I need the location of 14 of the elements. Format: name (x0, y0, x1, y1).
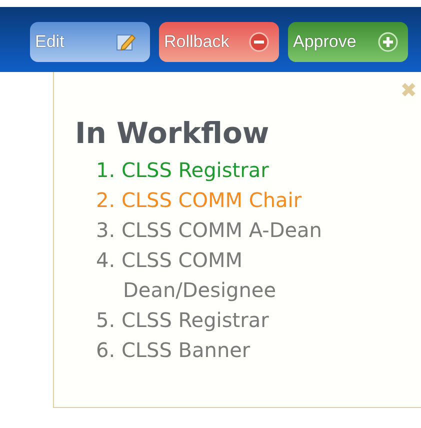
approve-button[interactable]: Approve (288, 22, 408, 62)
minus-icon (249, 32, 269, 52)
workflow-step: 2. CLSS COMM Chair (96, 184, 356, 215)
panel-title: In Workflow (75, 116, 270, 151)
workflow-step: 4. CLSS COMM Dean/Designee (96, 244, 356, 305)
workflow-step: 6. CLSS Banner (96, 334, 356, 365)
workflow-step: 1. CLSS Registrar (96, 154, 356, 185)
edit-button[interactable]: Edit (30, 22, 150, 62)
rollback-button[interactable]: Rollback (159, 22, 279, 62)
close-icon[interactable]: ✖ (400, 80, 417, 100)
plus-icon (378, 32, 398, 52)
workflow-step: 3. CLSS COMM A-Dean (96, 214, 356, 245)
pencil-icon (116, 32, 136, 52)
workflow-step: 5. CLSS Registrar (96, 304, 356, 335)
